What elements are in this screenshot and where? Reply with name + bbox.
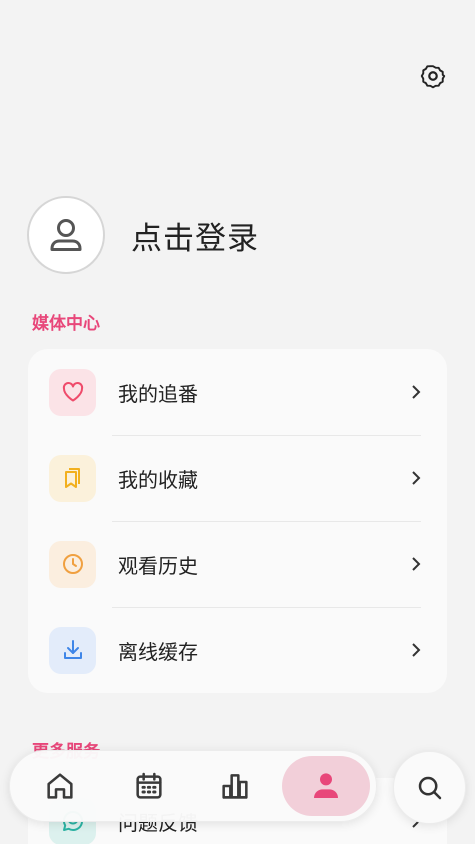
- row-icon-bg: [49, 454, 96, 502]
- bookmarks-icon: [64, 468, 80, 488]
- chevron-right-icon: [412, 471, 421, 485]
- nav-profile[interactable]: [282, 756, 370, 816]
- profile-login[interactable]: 点击登录: [27, 196, 259, 274]
- list-item-following[interactable]: 我的追番: [28, 349, 447, 435]
- avatar[interactable]: [27, 196, 105, 274]
- person-icon: [314, 773, 338, 798]
- nav-calendar[interactable]: [110, 756, 188, 816]
- login-label[interactable]: 点击登录: [131, 213, 259, 258]
- row-icon-bg: [49, 540, 96, 588]
- gear-icon: [420, 65, 446, 89]
- search-icon: [418, 776, 441, 799]
- nav-home[interactable]: [10, 756, 110, 816]
- chevron-right-icon: [412, 557, 421, 571]
- settings-button[interactable]: [414, 57, 452, 95]
- bottom-nav: [9, 750, 377, 822]
- list-item-history[interactable]: 观看历史: [28, 521, 447, 607]
- download-icon: [63, 640, 82, 659]
- list-item-favorites[interactable]: 我的收藏: [28, 435, 447, 521]
- nav-ranking[interactable]: [188, 756, 282, 816]
- heart-icon: [62, 382, 83, 402]
- row-label: 离线缓存: [118, 639, 198, 664]
- search-button[interactable]: [393, 751, 466, 824]
- row-label: 我的追番: [118, 381, 198, 406]
- media-center-card: 我的追番 我的收藏 观看历史 离线缓存: [28, 349, 447, 693]
- home-icon: [47, 773, 73, 799]
- row-label: 观看历史: [118, 553, 198, 578]
- row-icon-bg: [49, 368, 96, 416]
- user-outline-icon: [50, 219, 82, 251]
- chevron-right-icon: [412, 643, 421, 657]
- chevron-right-icon: [412, 385, 421, 399]
- calendar-icon: [136, 772, 162, 799]
- row-icon-bg: [49, 626, 96, 674]
- bar-chart-icon: [222, 774, 248, 799]
- section-title-media: 媒体中心: [32, 314, 100, 334]
- list-item-downloads[interactable]: 离线缓存: [28, 607, 447, 693]
- clock-icon: [62, 554, 83, 574]
- row-label: 我的收藏: [118, 467, 198, 492]
